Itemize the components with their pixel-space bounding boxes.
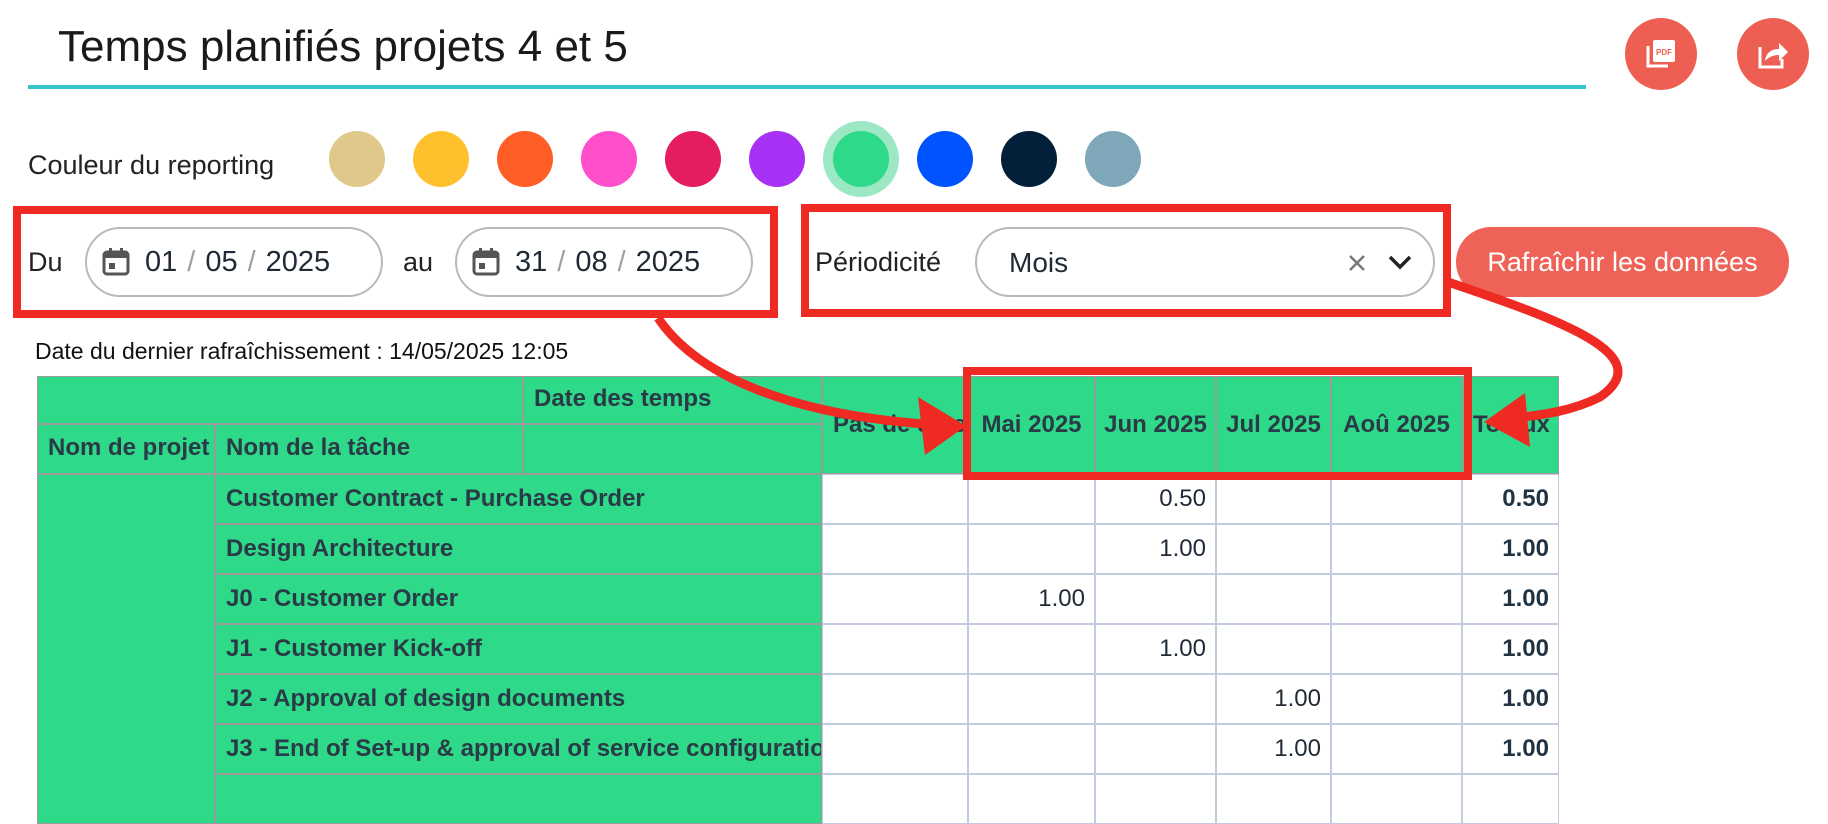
annotation-arrows bbox=[654, 277, 1623, 455]
